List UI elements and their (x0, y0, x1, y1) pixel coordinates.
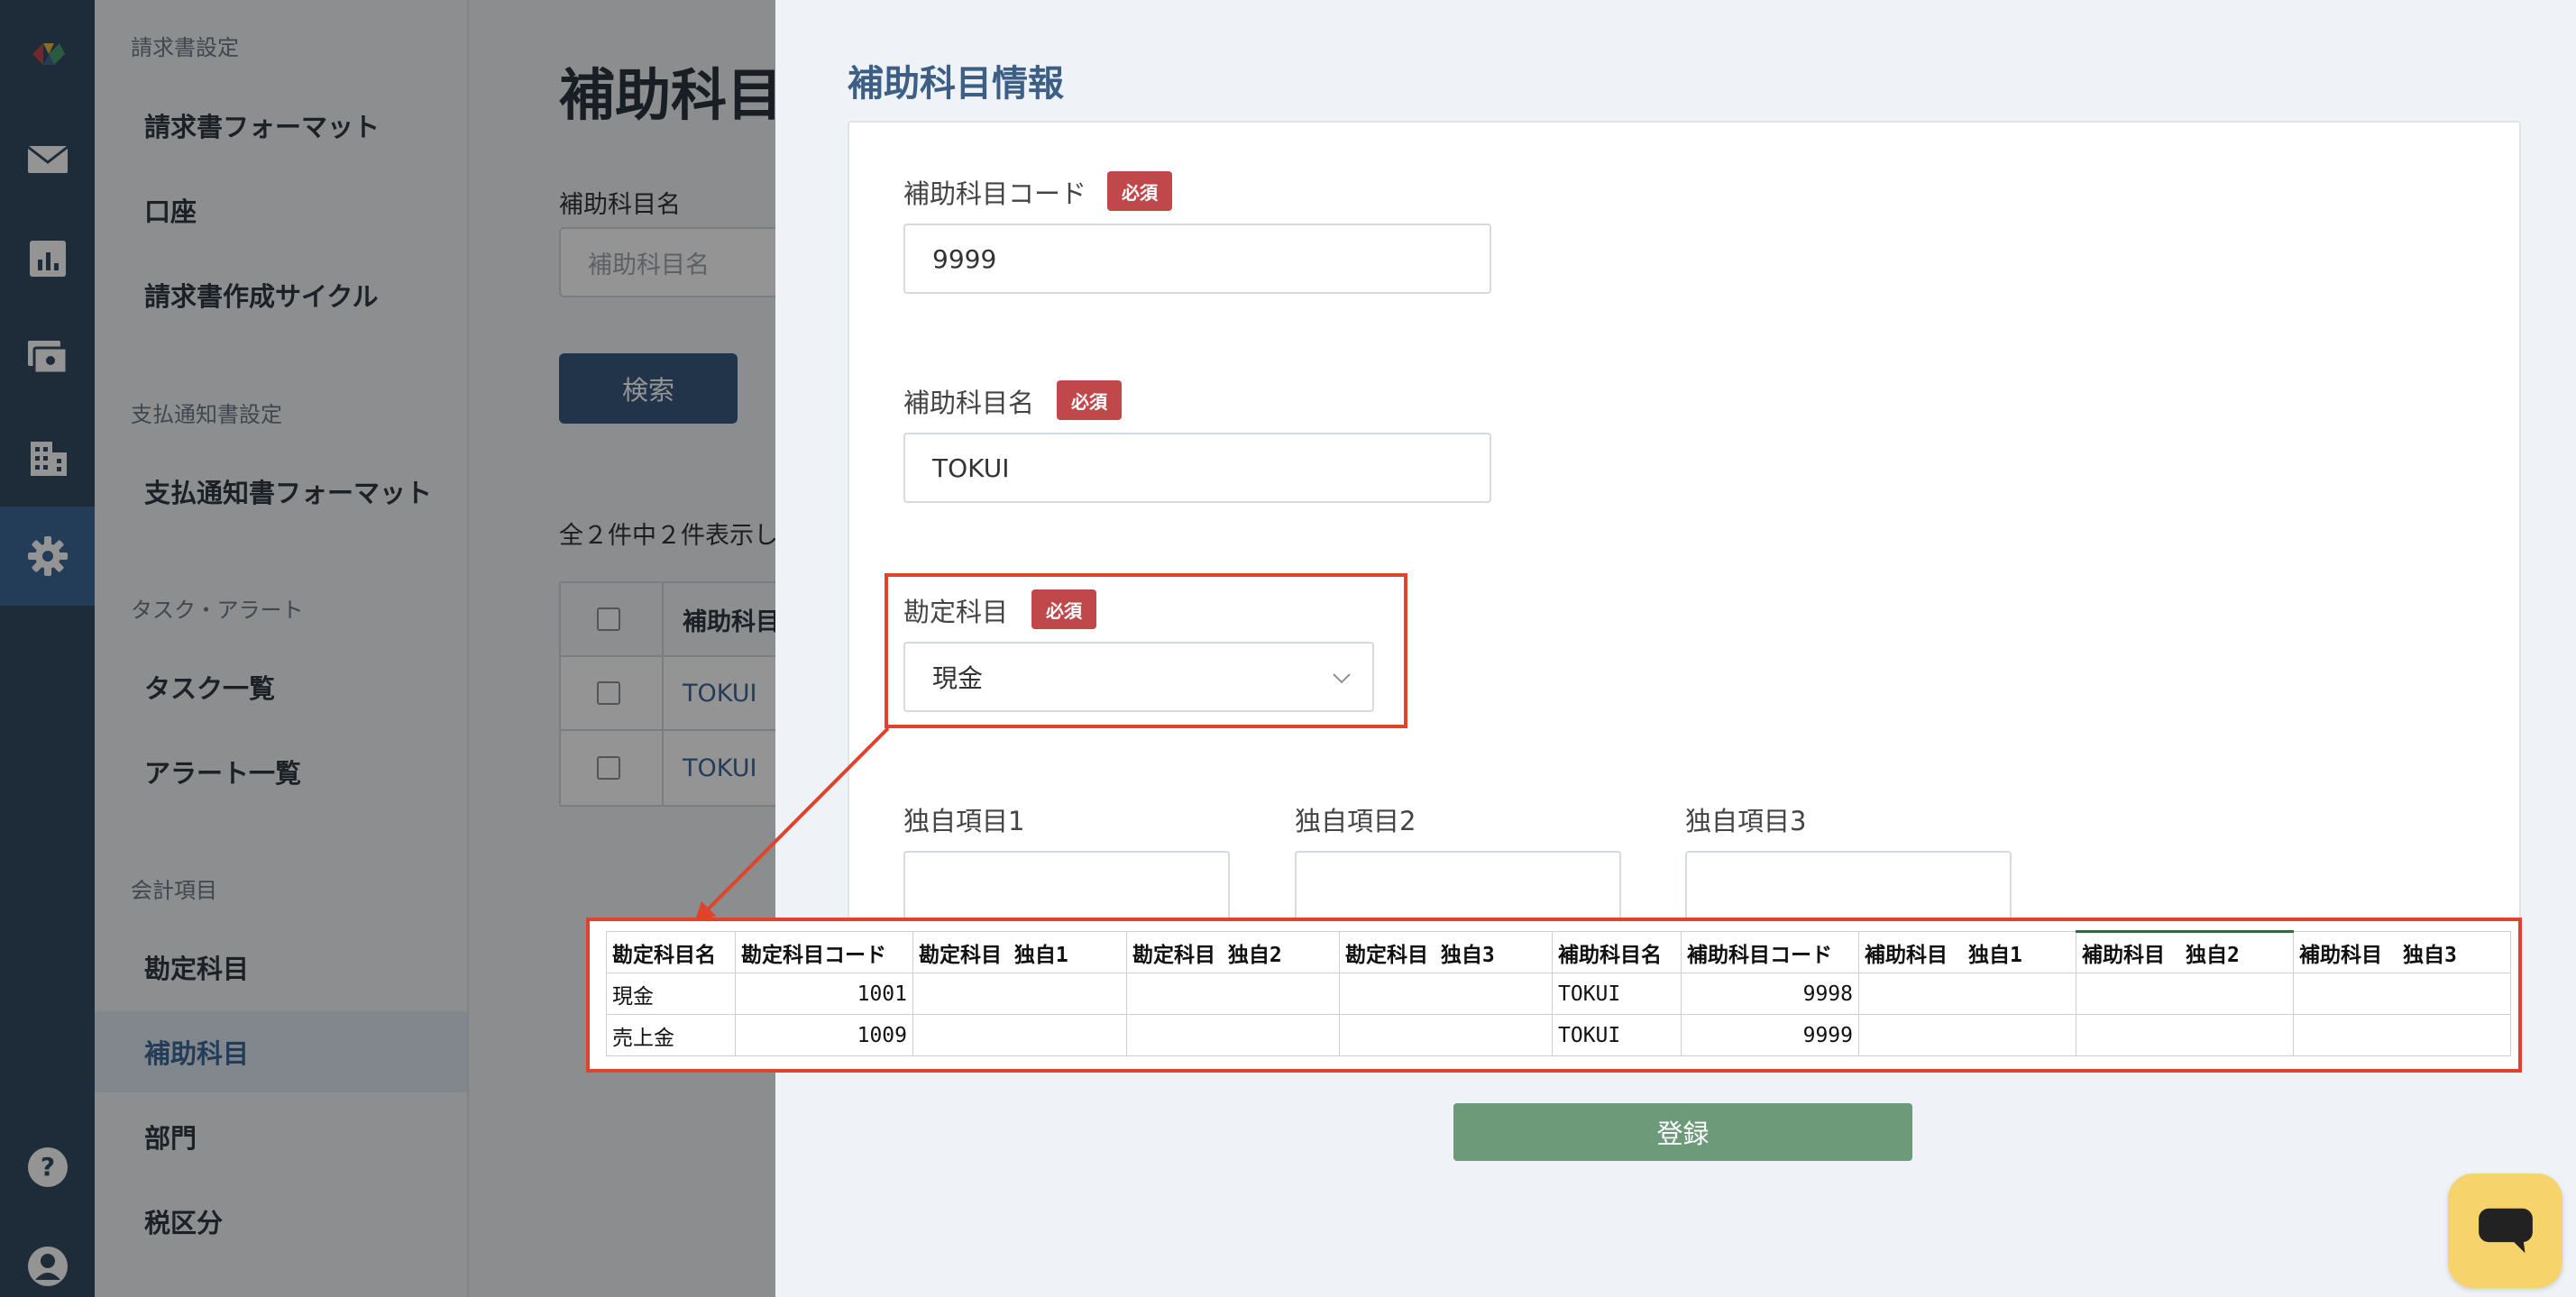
sheet-cell (912, 1014, 1127, 1056)
sheet-cell: 1009 (735, 1014, 913, 1056)
name-label: 補助科目名 (903, 388, 1035, 418)
sheet-header-cell: 勘定科目名 (606, 931, 736, 973)
sheet-cell (912, 973, 1127, 1015)
name-input[interactable]: TOKUI (903, 433, 1491, 503)
panel-title: 補助科目情報 (848, 63, 1064, 105)
sheet-header-cell: 補助科目コード (1681, 931, 1859, 973)
account-select-highlight (885, 573, 1407, 728)
sheet-cell (2293, 1014, 2511, 1056)
sheet-header-cell: 補助科目 独自2 (2076, 930, 2294, 973)
sheet-cell (1339, 973, 1553, 1015)
sheet-cell (2293, 973, 2511, 1015)
sheet-header-cell: 補助科目 独自3 (2293, 931, 2511, 973)
spreadsheet-excerpt: 勘定科目名 勘定科目コード 勘定科目 独自1 勘定科目 独自2 勘定科目 独自3… (586, 918, 2522, 1073)
sheet-cell (1126, 973, 1340, 1015)
sheet-header-row: 勘定科目名 勘定科目コード 勘定科目 独自1 勘定科目 独自2 勘定科目 独自3… (606, 930, 2511, 973)
sheet-cell: 現金 (606, 973, 736, 1015)
chat-button[interactable] (2448, 1174, 2562, 1288)
sheet-cell: TOKUI (1552, 973, 1682, 1015)
custom1-label: 独自項目1 (903, 806, 1025, 836)
custom2-input[interactable] (1295, 851, 1621, 921)
sheet-cell: 1001 (735, 973, 913, 1015)
modal-backdrop[interactable] (0, 0, 775, 1297)
sheet-cell (1858, 1014, 2076, 1056)
sheet-header-cell: 勘定科目 独自2 (1126, 931, 1340, 973)
sheet-cell (2076, 1014, 2294, 1056)
spreadsheet-table: 勘定科目名 勘定科目コード 勘定科目 独自1 勘定科目 独自2 勘定科目 独自3… (606, 930, 2511, 1056)
custom2-label: 独自項目2 (1295, 806, 1416, 836)
sheet-header-cell: 補助科目名 (1552, 931, 1682, 973)
code-label: 補助科目コード (903, 178, 1087, 209)
required-badge: 必須 (1057, 380, 1122, 420)
sheet-header-cell: 勘定科目 独自1 (912, 931, 1127, 973)
sheet-cell (2076, 973, 2294, 1015)
sheet-cell: 9998 (1681, 973, 1859, 1015)
sheet-cell: 売上金 (606, 1014, 736, 1056)
sheet-header-cell: 補助科目 独自1 (1858, 931, 2076, 973)
chat-icon (2478, 1208, 2533, 1253)
custom3-label: 独自項目3 (1685, 806, 1807, 836)
required-badge: 必須 (1107, 171, 1172, 211)
sheet-cell (1339, 1014, 1553, 1056)
custom1-input[interactable] (903, 851, 1230, 921)
sheet-cell (1858, 973, 2076, 1015)
sheet-row: 売上金 1009 TOKUI 9999 (606, 1014, 2511, 1056)
sheet-row: 現金 1001 TOKUI 9998 (606, 973, 2511, 1015)
sheet-cell (1126, 1014, 1340, 1056)
sheet-cell: TOKUI (1552, 1014, 1682, 1056)
register-button[interactable]: 登録 (1453, 1103, 1912, 1161)
sheet-header-cell: 勘定科目 独自3 (1339, 931, 1553, 973)
code-input[interactable]: 9999 (903, 224, 1491, 294)
sheet-header-cell: 勘定科目コード (735, 931, 913, 973)
custom3-input[interactable] (1685, 851, 2012, 921)
sheet-cell: 9999 (1681, 1014, 1859, 1056)
